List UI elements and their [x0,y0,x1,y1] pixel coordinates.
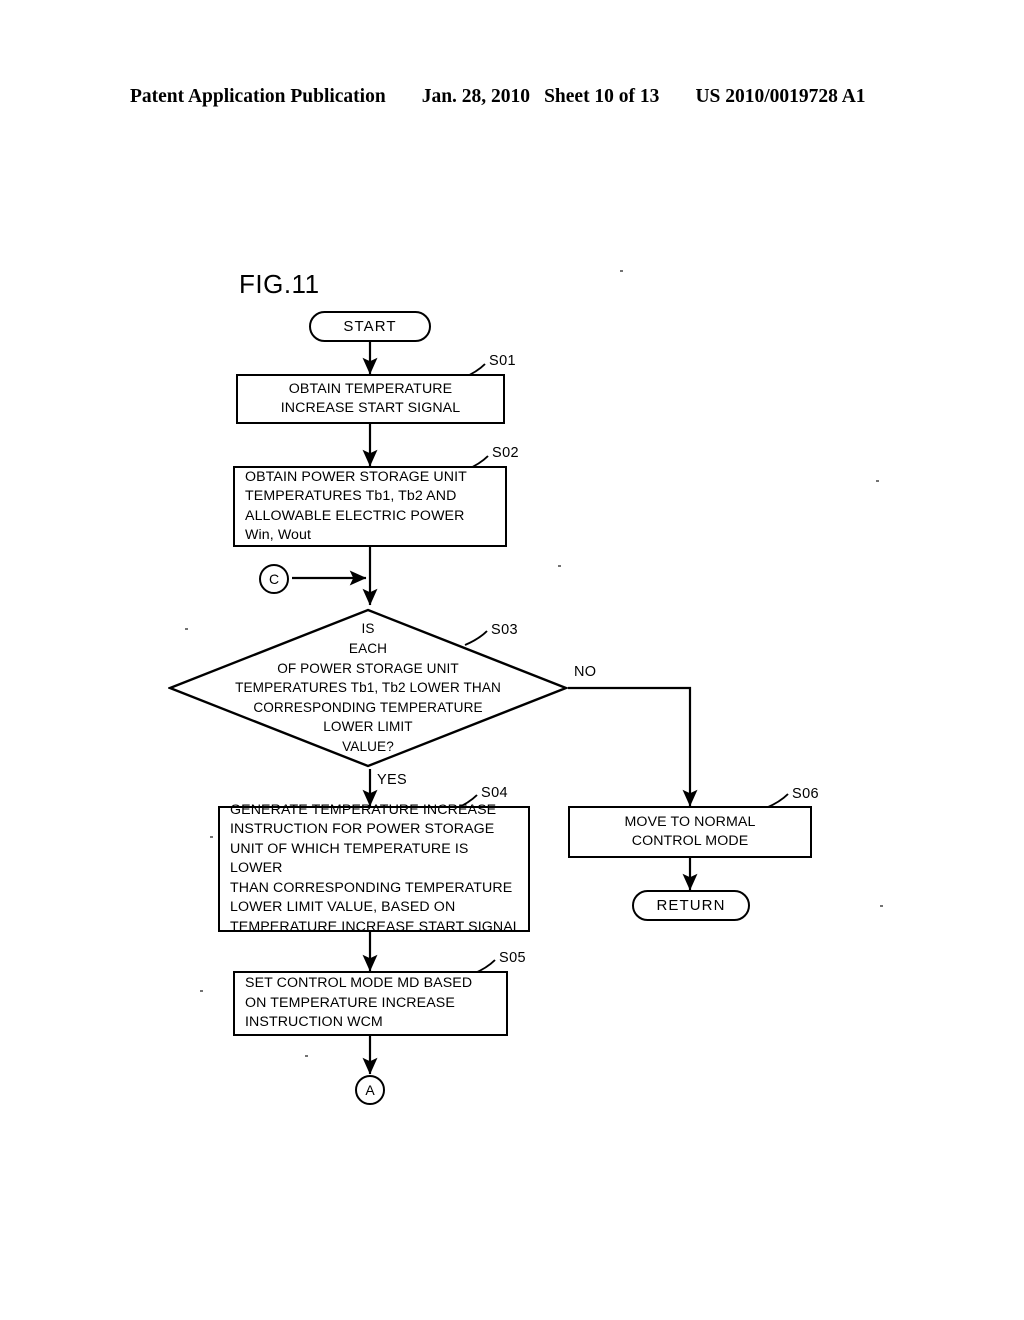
flow-node-s01-text: OBTAIN TEMPERATURE INCREASE START SIGNAL [280,380,461,417]
flow-node-s01[interactable]: OBTAIN TEMPERATURE INCREASE START SIGNAL [236,374,505,424]
flow-node-s04-text: GENERATE TEMPERATURE INCREASE INSTRUCTIO… [230,801,521,935]
flow-node-start[interactable]: START [309,311,431,342]
flow-connector-a-label: A [365,1082,375,1098]
scan-speck [558,565,561,567]
flow-node-s04[interactable]: GENERATE TEMPERATURE INCREASE INSTRUCTIO… [218,802,530,935]
step-ref-s06: S06 [792,786,819,802]
header-patent-number: US 2010/0019728 A1 [695,86,866,107]
header-date-label: Jan. 28, 2010 [421,86,531,107]
flow-node-s05-text: SET CONTROL MODE MD BASED ON TEMPERATURE… [245,975,473,1031]
step-ref-s01: S01 [489,353,516,369]
flow-node-return[interactable]: RETURN [632,890,750,921]
step-ref-s02: S02 [492,445,519,461]
header-publication-label: Patent Application Publication [130,86,386,107]
scan-speck [620,270,623,272]
scan-speck [185,628,188,630]
step-ref-s04: S04 [481,785,508,801]
flow-node-s05[interactable]: SET CONTROL MODE MD BASED ON TEMPERATURE… [233,971,508,1036]
scan-speck [880,905,883,907]
flow-node-return-label: RETURN [656,896,726,914]
flow-connector-c-label: C [268,571,280,587]
flow-node-s06-text: MOVE TO NORMAL CONTROL MODE [624,813,756,850]
scan-speck [210,836,213,838]
flow-connector-c[interactable]: C [259,564,289,594]
scan-speck [305,1055,308,1057]
step-ref-s03: S03 [491,622,518,638]
header-sheet-label: Sheet 10 of 13 [544,86,660,107]
branch-label-no: NO [574,664,597,680]
step-ref-s05: S05 [499,950,526,966]
flow-node-start-label: START [343,317,397,335]
flow-node-s06[interactable]: MOVE TO NORMAL CONTROL MODE [568,806,812,858]
figure-label: FIG.11 [239,269,320,299]
flow-node-s02-text: OBTAIN POWER STORAGE UNIT TEMPERATURES T… [245,468,467,544]
flow-connector-a[interactable]: A [355,1075,385,1105]
patent-header: Patent Application Publication Jan. 28, … [130,86,890,112]
branch-label-yes: YES [377,772,407,788]
scan-speck [200,990,203,992]
scan-speck [876,480,879,482]
flow-node-s02[interactable]: OBTAIN POWER STORAGE UNIT TEMPERATURES T… [233,466,507,547]
